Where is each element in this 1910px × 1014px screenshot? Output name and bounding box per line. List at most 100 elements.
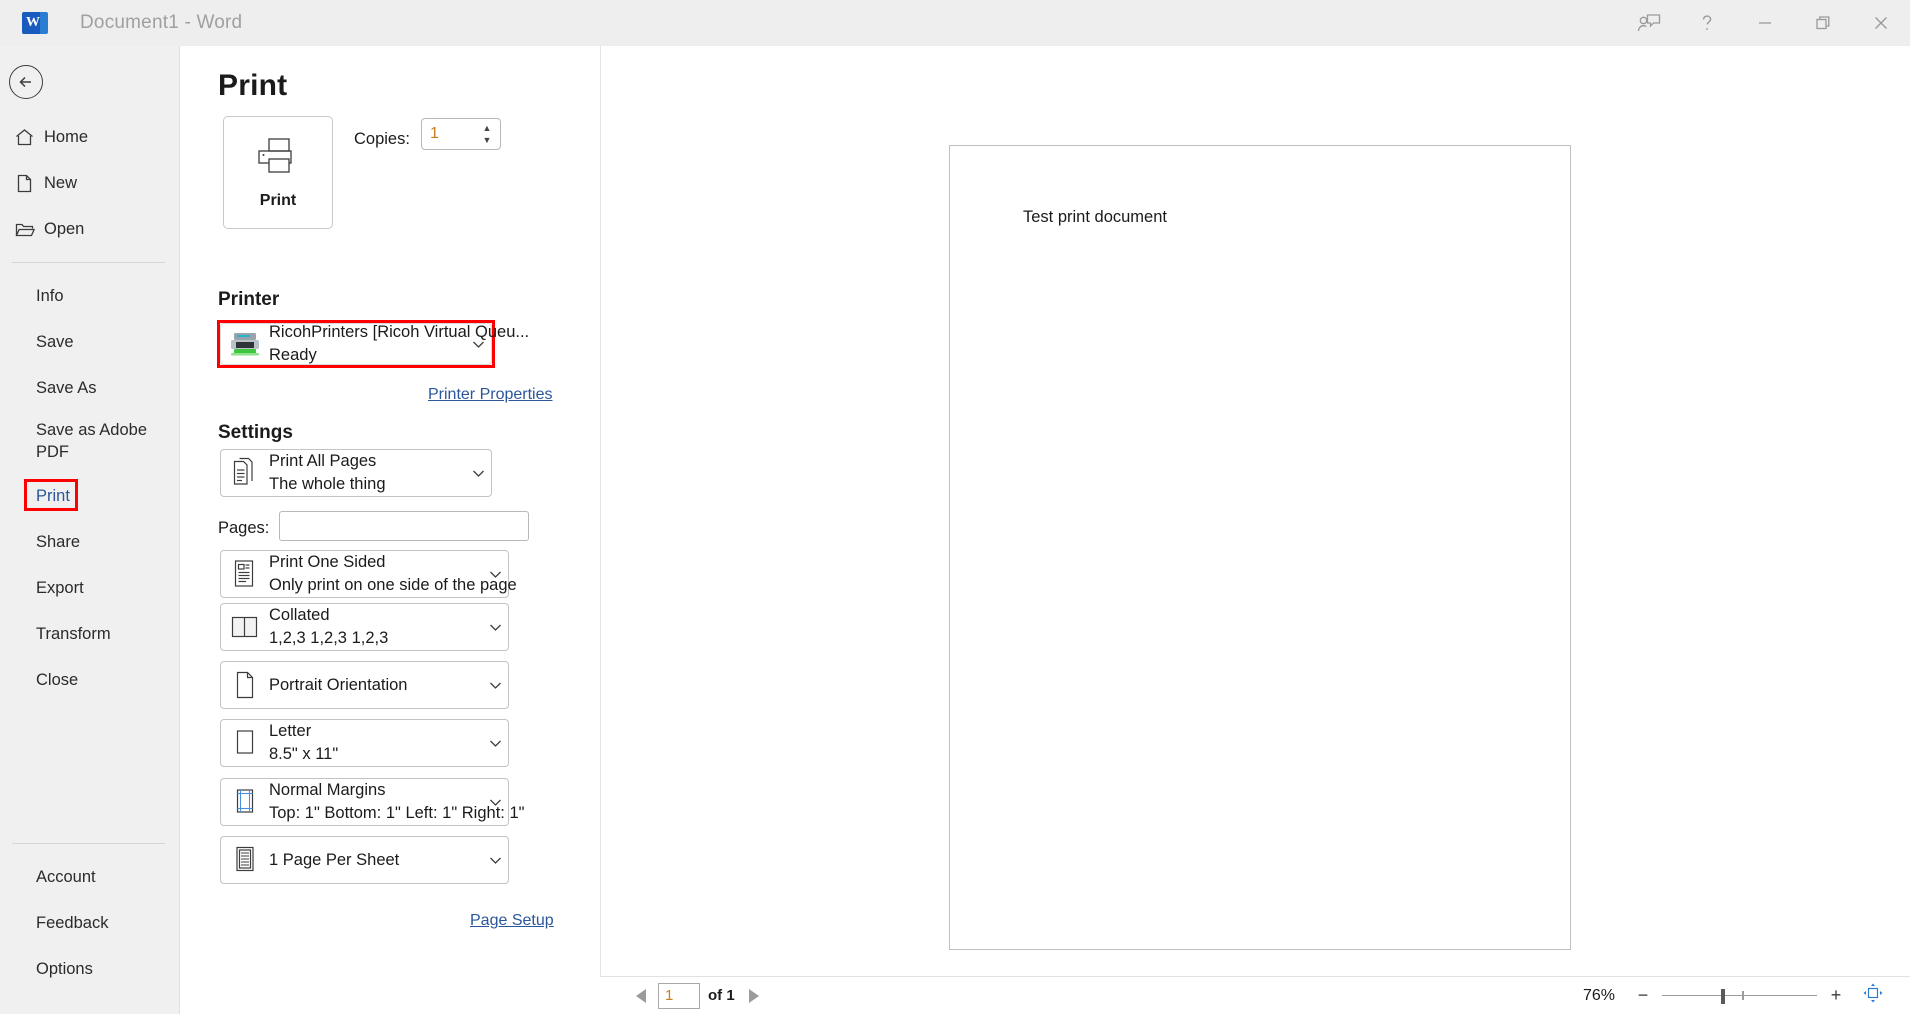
sidebar-item-save-as-adobe-pdf[interactable]: Save as Adobe PDF: [0, 411, 179, 473]
chevron-down-icon[interactable]: [482, 798, 508, 807]
copies-increment-icon[interactable]: ▲: [481, 122, 493, 134]
setting-paper-size-text: Letter 8.5" x 11": [269, 722, 482, 764]
printer-section-heading: Printer: [218, 289, 280, 310]
setting-secondary: 8.5" x 11": [269, 745, 339, 763]
chevron-down-icon[interactable]: [482, 856, 508, 865]
page-setup-link[interactable]: Page Setup: [470, 912, 554, 930]
zoom-slider-track: [1662, 994, 1817, 996]
printer-select-text: RicohPrinters [Ricoh Virtual Queu... Rea…: [269, 323, 529, 365]
setting-print-range[interactable]: Print All Pages The whole thing: [220, 449, 492, 497]
setting-one-sided[interactable]: Print One Sided Only print on one side o…: [220, 550, 517, 598]
printer-name: RicohPrinters [Ricoh Virtual Queu...: [269, 323, 530, 341]
sidebar-divider-top: [12, 262, 165, 263]
home-icon: [14, 127, 44, 148]
print-button[interactable]: Print: [223, 116, 333, 229]
sidebar-item-label: Home: [44, 127, 89, 146]
sidebar-item-print[interactable]: Print: [0, 473, 179, 519]
one-sided-icon: [221, 558, 269, 590]
setting-paper-size[interactable]: Letter 8.5" x 11": [220, 719, 509, 767]
sidebar-item-info[interactable]: Info: [0, 273, 179, 319]
printer-properties-link[interactable]: Printer Properties: [428, 386, 553, 404]
document-title: Document1 - Word: [80, 12, 243, 33]
page-title: Print: [218, 69, 288, 102]
printer-glyph-icon: [255, 136, 301, 181]
current-page-input[interactable]: [658, 982, 700, 1009]
zoom-slider-thumb[interactable]: [1721, 988, 1725, 1004]
preview-status-bar: of 1 76% − +: [600, 976, 1910, 1014]
chevron-down-icon[interactable]: [482, 681, 508, 690]
previous-page-icon[interactable]: [631, 983, 653, 1009]
zoom-to-page-icon[interactable]: [1862, 982, 1884, 1009]
printer-select[interactable]: RicohPrinters [Ricoh Virtual Queu... Rea…: [220, 323, 529, 365]
sidebar-item-new[interactable]: New: [0, 160, 179, 206]
print-range-icon: [221, 457, 269, 489]
sidebar-item-share[interactable]: Share: [0, 519, 179, 565]
setting-primary: 1 Page Per Sheet: [269, 850, 400, 869]
sidebar-item-feedback[interactable]: Feedback: [0, 900, 179, 946]
sidebar-item-save[interactable]: Save: [0, 319, 179, 365]
chevron-down-icon[interactable]: [465, 340, 491, 349]
sidebar-item-label: Feedback: [36, 913, 109, 932]
copies-label: Copies:: [354, 130, 410, 148]
open-folder-icon: [14, 219, 44, 240]
setting-orientation[interactable]: Portrait Orientation: [220, 661, 509, 709]
setting-primary: Normal Margins: [269, 781, 386, 799]
setting-pages-per-sheet[interactable]: 1 Page Per Sheet: [220, 836, 509, 884]
document-page-preview: Test print document: [949, 145, 1571, 950]
share-feedback-icon[interactable]: [1620, 0, 1678, 46]
zoom-controls: 76% − +: [1583, 982, 1884, 1009]
zoom-out-button[interactable]: −: [1633, 985, 1653, 1006]
restore-icon[interactable]: [1794, 0, 1852, 46]
pages-input[interactable]: [279, 511, 529, 541]
chevron-down-icon[interactable]: [482, 623, 508, 632]
sidebar-item-transform[interactable]: Transform: [0, 611, 179, 657]
sidebar-item-label: Close: [36, 670, 79, 689]
sidebar-item-export[interactable]: Export: [0, 565, 179, 611]
copies-input[interactable]: [422, 119, 474, 149]
setting-pages-per-sheet-text: 1 Page Per Sheet: [269, 851, 482, 870]
sidebar-item-label: Save As: [36, 378, 97, 397]
setting-primary: Print All Pages: [269, 452, 377, 470]
document-body-text: Test print document: [1023, 208, 1167, 226]
close-icon[interactable]: [1852, 0, 1910, 46]
print-preview-area: Test print document: [600, 46, 1910, 976]
sidebar-item-label: Share: [36, 532, 81, 551]
setting-collation[interactable]: Collated 1,2,3 1,2,3 1,2,3: [220, 603, 509, 651]
setting-margins[interactable]: Normal Margins Top: 1" Bottom: 1" Left: …: [220, 778, 524, 826]
setting-primary: Letter: [269, 722, 312, 740]
minimize-icon[interactable]: [1736, 0, 1794, 46]
sidebar-item-save-as[interactable]: Save As: [0, 365, 179, 411]
zoom-slider[interactable]: [1662, 986, 1817, 1006]
setting-primary: Portrait Orientation: [269, 675, 408, 694]
sidebar-bottom-group: Account Feedback Options: [0, 833, 179, 992]
zoom-in-button[interactable]: +: [1826, 985, 1846, 1006]
sidebar-item-home[interactable]: Home: [0, 114, 179, 160]
chevron-down-icon[interactable]: [482, 570, 508, 579]
word-icon: W: [22, 12, 48, 34]
zoom-percent-label[interactable]: 76%: [1583, 987, 1615, 1005]
copies-spinner[interactable]: ▲ ▼: [481, 122, 493, 146]
pages-per-sheet-icon: [221, 844, 269, 876]
sidebar-item-options[interactable]: Options: [0, 946, 179, 992]
copies-decrement-icon[interactable]: ▼: [481, 134, 493, 146]
chevron-down-icon[interactable]: [465, 469, 491, 478]
back-button[interactable]: [9, 65, 43, 99]
sidebar-item-close[interactable]: Close: [0, 657, 179, 703]
print-button-label: Print: [259, 191, 297, 209]
sidebar-item-label: Print: [36, 486, 70, 505]
margins-icon: [221, 786, 269, 818]
sidebar-item-label: Info: [36, 286, 64, 305]
sidebar-top-group: Home New Open Info Save Save As Save as …: [0, 114, 179, 703]
sidebar-item-open[interactable]: Open: [0, 206, 179, 252]
help-icon[interactable]: [1678, 0, 1736, 46]
chevron-down-icon[interactable]: [482, 739, 508, 748]
sidebar-item-account[interactable]: Account: [0, 854, 179, 900]
copies-stepper[interactable]: ▲ ▼: [421, 118, 501, 150]
setting-orientation-text: Portrait Orientation: [269, 676, 482, 695]
setting-margins-text: Normal Margins Top: 1" Bottom: 1" Left: …: [269, 781, 524, 823]
orientation-icon: [221, 669, 269, 701]
setting-primary: Collated: [269, 606, 330, 624]
new-document-icon: [14, 173, 44, 194]
collate-icon: [221, 614, 269, 640]
next-page-icon[interactable]: [742, 983, 764, 1009]
